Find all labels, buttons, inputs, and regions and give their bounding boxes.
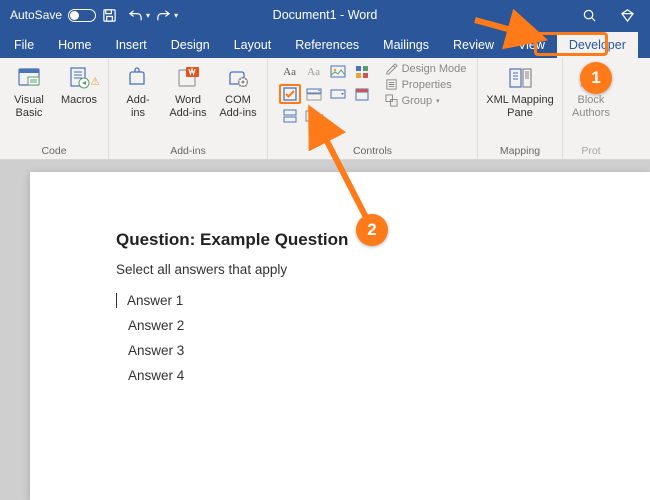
addins-label: Add- ins [126,94,149,119]
undo-icon[interactable] [125,5,145,25]
undo-caret[interactable]: ▾ [146,11,150,20]
combo-box-control-button[interactable] [303,84,325,104]
addins-button[interactable]: Add- ins [115,62,161,119]
word-addins-button[interactable]: Word Add-ins [165,62,211,119]
answer-line[interactable]: Answer 1 [116,293,650,308]
question-instruction: Select all answers that apply [116,262,650,277]
group-code: Visual Basic Macros Code [0,58,109,159]
xml-mapping-label: XML Mapping Pane [486,94,553,119]
tab-view[interactable]: View [506,32,557,58]
group-code-label: Code [41,144,66,157]
answer-line[interactable]: Answer 4 [116,368,650,383]
qat-caret[interactable]: ▾ [174,11,178,20]
tab-home[interactable]: Home [46,32,103,58]
tab-help[interactable]: Help [638,32,650,58]
controls-gallery: Aa Aa ▾ [279,62,373,126]
annotation-marker-2: 2 [356,214,388,246]
group-controls-label: Controls [353,144,392,157]
block-authors-label: Block Authors [572,94,610,119]
com-addins-label: COM Add-ins [219,94,256,119]
picture-control-button[interactable] [327,62,349,82]
diamond-icon[interactable] [617,5,637,25]
answer-line[interactable]: Answer 2 [116,318,650,333]
visual-basic-label: Visual Basic [14,94,44,119]
tab-review[interactable]: Review [441,32,506,58]
tab-mailings[interactable]: Mailings [371,32,441,58]
plain-text-control-button[interactable]: Aa [303,62,325,82]
addins-icon [124,64,152,92]
group-label: Group [402,95,433,107]
legacy-tools-button[interactable]: ▾ [303,106,325,126]
group-controls: Aa Aa ▾ Design Mode Properties Group▾ Co… [268,58,478,159]
redo-icon[interactable] [153,5,173,25]
design-mode-button[interactable]: Design Mode [385,62,467,75]
macros-label: Macros [61,94,97,107]
design-mode-label: Design Mode [402,63,467,75]
group-addins-label: Add-ins [170,144,206,157]
save-icon[interactable] [99,5,119,25]
autosave-toggle[interactable] [68,9,96,22]
visual-basic-button[interactable]: Visual Basic [6,62,52,119]
com-addins-icon [224,64,252,92]
annotation-marker-1: 1 [580,62,612,94]
ribbon: Visual Basic Macros Code Add- ins Word A… [0,58,650,160]
group-button[interactable]: Group▾ [385,94,467,107]
tab-insert[interactable]: Insert [104,32,159,58]
tab-developer[interactable]: Developer [557,32,638,58]
tab-file[interactable]: File [2,32,46,58]
document-title: Document1 - Word [273,8,378,22]
xml-mapping-icon [506,64,534,92]
title-bar: AutoSave ▾ ▾ Document1 - Word [0,0,650,30]
tab-references[interactable]: References [283,32,371,58]
date-picker-control-button[interactable] [351,84,373,104]
group-mapping-label: Mapping [500,144,540,157]
answer-line[interactable]: Answer 3 [116,343,650,358]
macros-icon [65,64,93,92]
com-addins-button[interactable]: COM Add-ins [215,62,261,119]
tab-design[interactable]: Design [159,32,222,58]
properties-label: Properties [402,79,452,91]
search-icon[interactable] [579,5,599,25]
group-protect-label: Prot [581,144,600,157]
group-mapping: XML Mapping Pane Mapping [478,58,563,159]
group-addins: Add- ins Word Add-ins COM Add-ins Add-in… [109,58,268,159]
document-page[interactable]: Question: Example Question Select all an… [30,172,650,500]
macros-button[interactable]: Macros [56,62,102,107]
word-addins-label: Word Add-ins [169,94,206,119]
autosave-control[interactable]: AutoSave [0,8,96,22]
dropdown-control-button[interactable] [327,84,349,104]
tab-layout[interactable]: Layout [222,32,284,58]
checkbox-control-button[interactable] [279,84,301,104]
properties-button[interactable]: Properties [385,78,467,91]
visual-basic-icon [15,64,43,92]
word-addins-icon [174,64,202,92]
ribbon-tabs: File Home Insert Design Layout Reference… [0,30,650,58]
autosave-label: AutoSave [10,8,62,22]
xml-mapping-button[interactable]: XML Mapping Pane [484,62,556,119]
repeating-section-control-button[interactable] [279,106,301,126]
building-block-control-button[interactable] [351,62,373,82]
rich-text-control-button[interactable]: Aa [279,62,301,82]
